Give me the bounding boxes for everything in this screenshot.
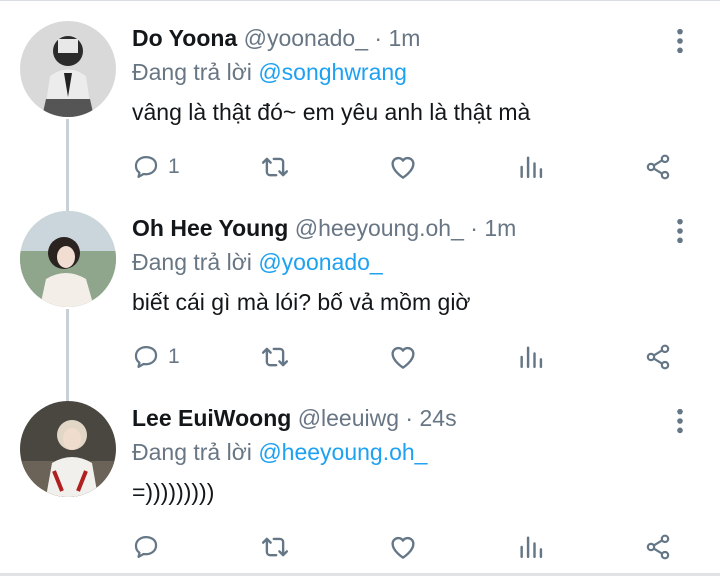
- analytics-icon: [517, 533, 545, 561]
- replying-prefix: Đang trả lời: [132, 249, 252, 275]
- replying-to: Đang trả lời @yoonado_: [132, 247, 383, 277]
- more-options-button[interactable]: [664, 405, 696, 437]
- avatar-photo: [20, 211, 116, 307]
- display-name[interactable]: Lee EuiWoong: [132, 405, 291, 431]
- separator-dot: ·: [374, 25, 383, 51]
- analytics-icon: [517, 343, 545, 371]
- tweet[interactable]: Do Yoona @yoonado_ · 1m Đang trả lời @so…: [0, 1, 720, 191]
- user-handle[interactable]: @yoonado_: [244, 25, 368, 51]
- replying-to-mention[interactable]: @yoonado_: [258, 249, 382, 275]
- retweet-icon: [260, 152, 290, 182]
- reply-button[interactable]: 1: [132, 149, 180, 185]
- more-icon: [664, 215, 696, 247]
- tweet-header: Do Yoona @yoonado_ · 1m: [132, 23, 420, 53]
- avatar-photo: [20, 21, 116, 117]
- more-options-button[interactable]: [664, 25, 696, 57]
- like-button[interactable]: [388, 529, 418, 565]
- replying-to: Đang trả lời @heeyoung.oh_: [132, 437, 427, 467]
- like-icon: [388, 532, 418, 562]
- more-icon: [664, 25, 696, 57]
- timestamp[interactable]: 1m: [484, 215, 516, 241]
- share-button[interactable]: [644, 339, 672, 375]
- timestamp[interactable]: 1m: [388, 25, 420, 51]
- more-icon: [664, 405, 696, 437]
- tweet[interactable]: Oh Hee Young @heeyoung.oh_ · 1m Đang trả…: [0, 191, 720, 381]
- analytics-button[interactable]: [517, 529, 545, 565]
- replying-prefix: Đang trả lời: [132, 439, 252, 465]
- user-handle[interactable]: @leeuiwg: [298, 405, 399, 431]
- replying-to-mention[interactable]: @songhwrang: [258, 59, 407, 85]
- share-button[interactable]: [644, 529, 672, 565]
- like-button[interactable]: [388, 149, 418, 185]
- analytics-button[interactable]: [517, 339, 545, 375]
- avatar[interactable]: [20, 401, 116, 497]
- tweet-actions: 1: [132, 149, 692, 185]
- retweet-button[interactable]: [260, 149, 290, 185]
- reply-count: 1: [168, 345, 180, 368]
- analytics-icon: [517, 153, 545, 181]
- like-icon: [388, 342, 418, 372]
- avatar[interactable]: [20, 211, 116, 307]
- reply-thread: Do Yoona @yoonado_ · 1m Đang trả lời @so…: [0, 0, 720, 576]
- timestamp[interactable]: 24s: [419, 405, 456, 431]
- retweet-button[interactable]: [260, 529, 290, 565]
- share-button[interactable]: [644, 149, 672, 185]
- reply-icon: [132, 343, 160, 371]
- retweet-icon: [260, 532, 290, 562]
- like-button[interactable]: [388, 339, 418, 375]
- reply-button[interactable]: 1: [132, 339, 180, 375]
- separator-dot: ·: [405, 405, 414, 431]
- display-name[interactable]: Oh Hee Young: [132, 215, 288, 241]
- retweet-button[interactable]: [260, 339, 290, 375]
- reply-button[interactable]: [132, 529, 168, 565]
- share-icon: [644, 343, 672, 371]
- tweet-actions: 1: [132, 339, 692, 375]
- replying-to: Đang trả lời @songhwrang: [132, 57, 407, 87]
- avatar[interactable]: [20, 21, 116, 117]
- replying-to-mention[interactable]: @heeyoung.oh_: [258, 439, 427, 465]
- replying-prefix: Đang trả lời: [132, 59, 252, 85]
- tweet-actions: [132, 529, 692, 565]
- user-handle[interactable]: @heeyoung.oh_: [295, 215, 464, 241]
- share-icon: [644, 153, 672, 181]
- tweet-header: Oh Hee Young @heeyoung.oh_ · 1m: [132, 213, 516, 243]
- separator-dot: ·: [470, 215, 478, 241]
- tweet-text: vâng là thật đó~ em yêu anh là thật mà: [132, 99, 531, 125]
- tweet-header: Lee EuiWoong @leeuiwg · 24s: [132, 403, 457, 433]
- reply-icon: [132, 533, 160, 561]
- more-options-button[interactable]: [664, 215, 696, 247]
- display-name[interactable]: Do Yoona: [132, 25, 237, 51]
- reply-count: 1: [168, 155, 180, 178]
- avatar-photo: [20, 401, 116, 497]
- tweet[interactable]: Lee EuiWoong @leeuiwg · 24s Đang trả lời…: [0, 381, 720, 571]
- like-icon: [388, 152, 418, 182]
- reply-icon: [132, 153, 160, 181]
- share-icon: [644, 533, 672, 561]
- analytics-button[interactable]: [517, 149, 545, 185]
- tweet-text: biết cái gì mà lói? bố vả mồm giờ: [132, 289, 471, 315]
- retweet-icon: [260, 342, 290, 372]
- tweet-text: =))))))))): [132, 479, 215, 505]
